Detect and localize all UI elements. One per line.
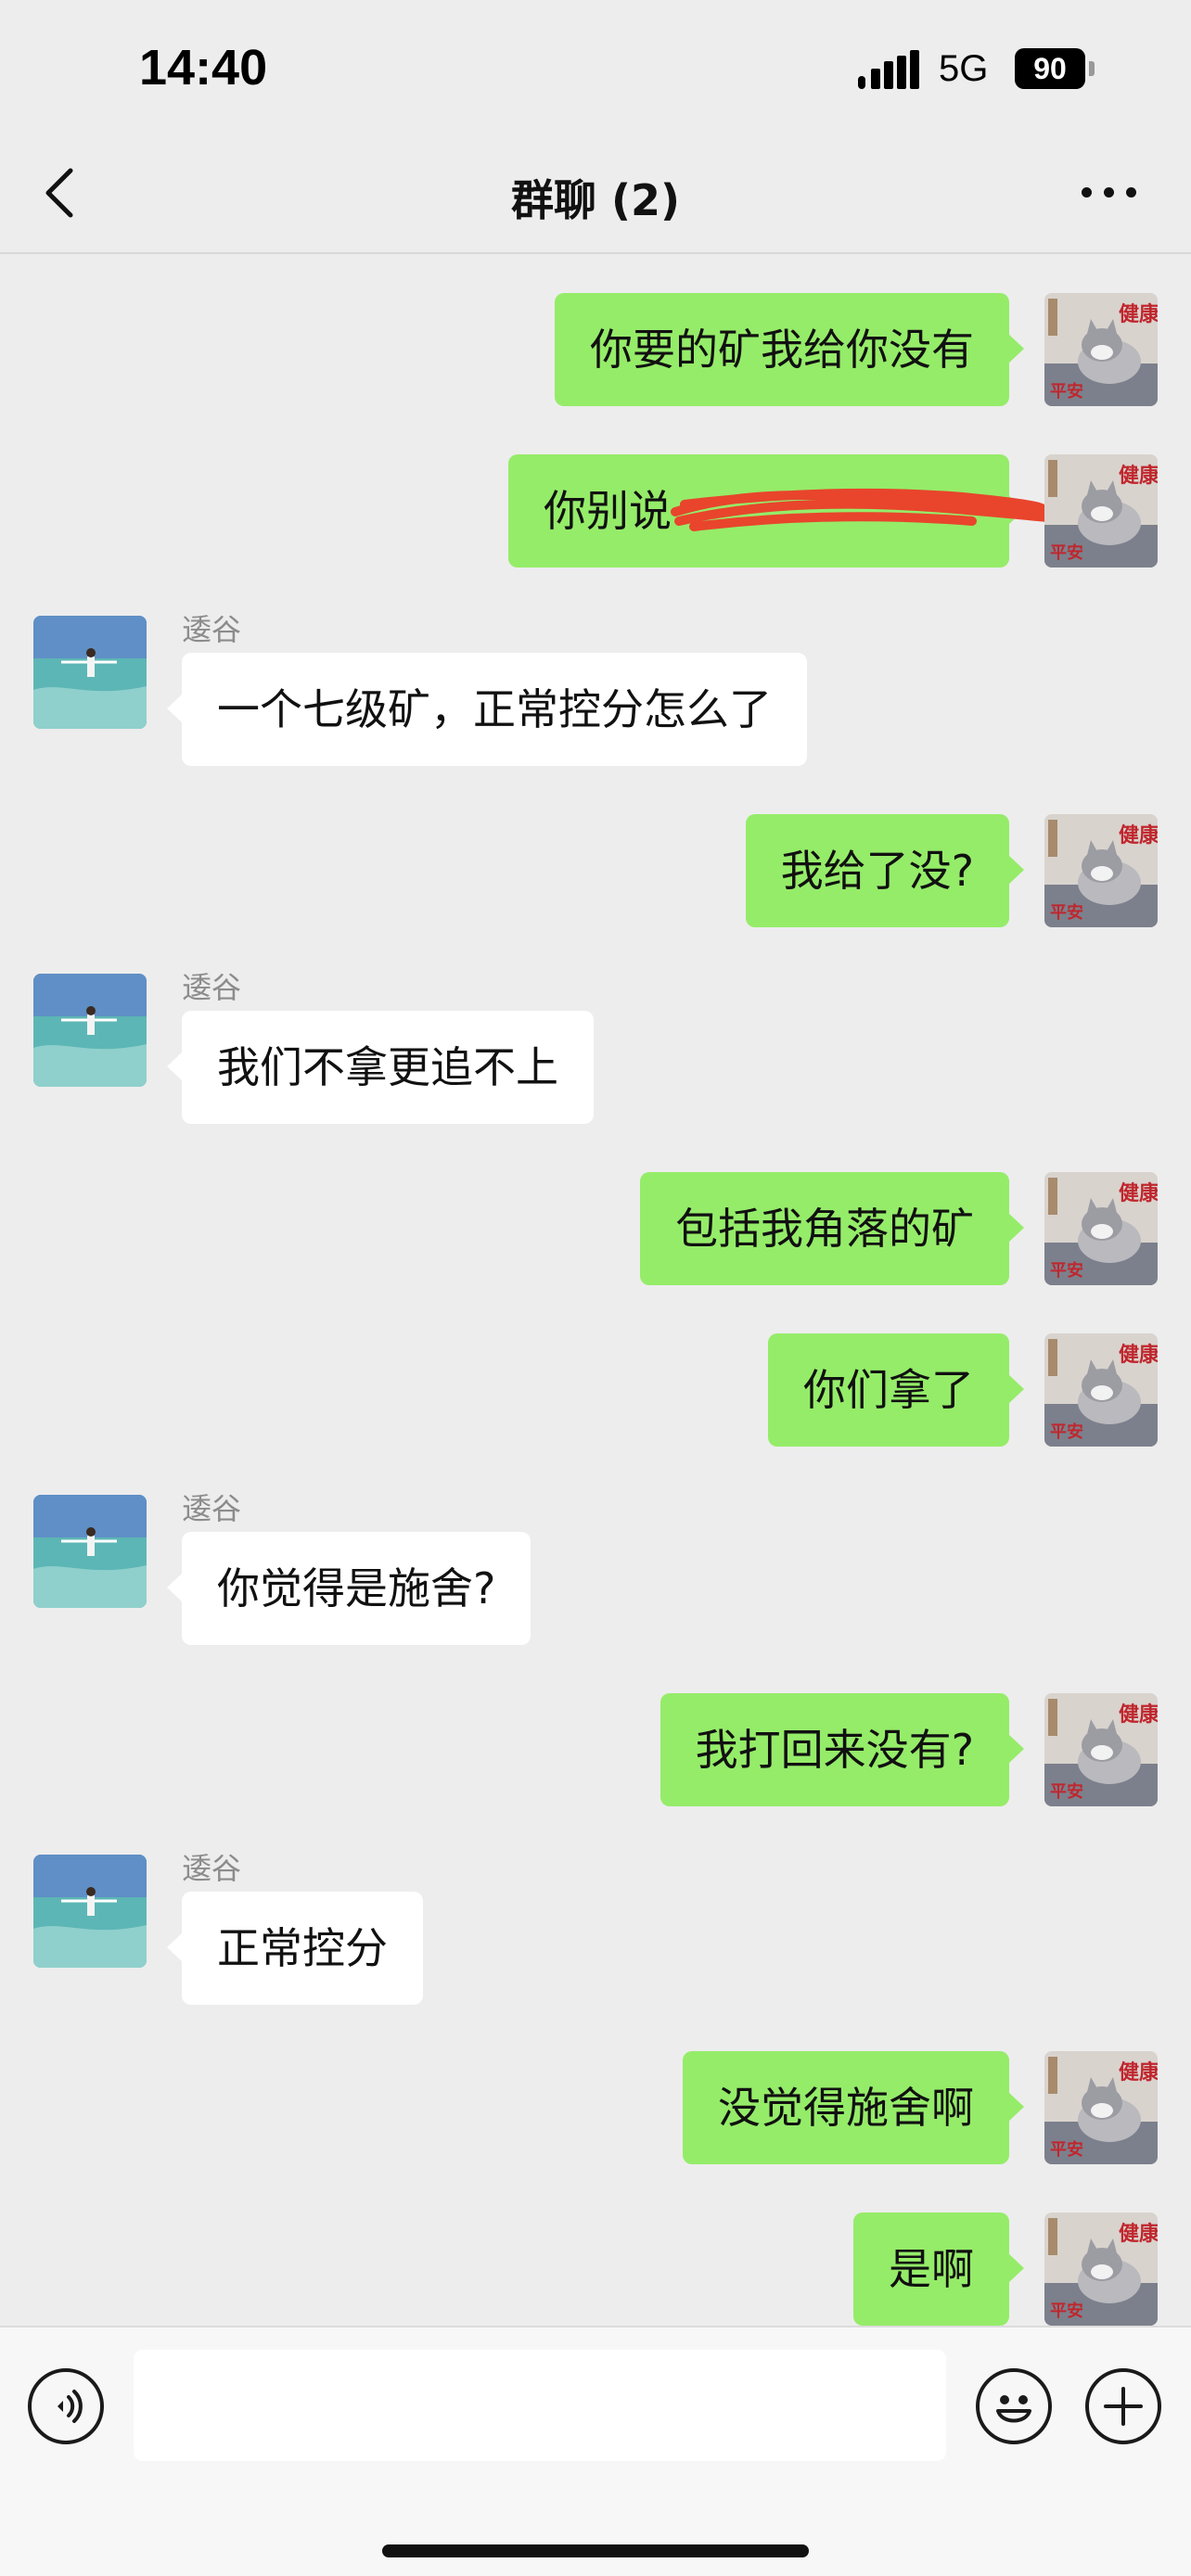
my-avatar[interactable]: 健康 平安 <box>1044 2051 1158 2164</box>
voice-button[interactable] <box>28 2368 104 2444</box>
cat-avatar-image: 健康 平安 <box>1044 814 1158 927</box>
svg-text:平安: 平安 <box>1050 2301 1083 2321</box>
beach-avatar-image <box>33 974 147 1087</box>
status-time: 14:40 <box>139 40 268 96</box>
redaction-scribble <box>671 488 1053 531</box>
message-bubble[interactable]: 是啊 <box>853 2213 1024 2326</box>
svg-text:健康: 健康 <box>1119 823 1158 848</box>
my-avatar[interactable]: 健康 平安 <box>1044 1693 1158 1806</box>
message-input-bar <box>0 2326 1191 2576</box>
cat-avatar-image: 健康 平安 <box>1044 1693 1158 1806</box>
more-button[interactable] <box>1082 184 1146 202</box>
cat-avatar-image: 健康 平安 <box>1044 454 1158 567</box>
emoji-button[interactable] <box>976 2368 1052 2444</box>
battery-cap <box>1089 61 1095 76</box>
cat-avatar-image: 健康 平安 <box>1044 1333 1158 1447</box>
svg-text:平安: 平安 <box>1050 2139 1083 2160</box>
my-avatar[interactable]: 健康 平安 <box>1044 1172 1158 1285</box>
my-avatar[interactable]: 健康 平安 <box>1044 293 1158 406</box>
svg-text:平安: 平安 <box>1050 1781 1083 1802</box>
battery-indicator: 90 <box>1015 48 1085 89</box>
svg-text:健康: 健康 <box>1119 1702 1158 1727</box>
my-avatar[interactable]: 健康 平安 <box>1044 454 1158 567</box>
chat-title: 群聊 (2) <box>510 175 681 225</box>
message-bubble[interactable]: 你们拿了 <box>768 1333 1024 1447</box>
message-bubble[interactable]: 一个七级矿，正常控分怎么了 <box>167 653 807 766</box>
contact-avatar[interactable] <box>33 616 147 729</box>
message-bubble[interactable]: 我给了没? <box>745 814 1025 927</box>
cat-avatar-image: 健康 平安 <box>1044 1172 1158 1285</box>
cat-avatar-image: 健康 平安 <box>1044 2213 1158 2326</box>
svg-text:健康: 健康 <box>1119 2222 1158 2246</box>
message-bubble[interactable]: 正常控分 <box>167 1892 423 2005</box>
message-bubble[interactable]: 你觉得是施舍? <box>166 1532 531 1645</box>
svg-text:平安: 平安 <box>1050 902 1083 923</box>
chat-header: 群聊 (2) <box>0 139 1191 254</box>
sender-name: 逶谷 <box>182 970 242 1005</box>
beach-avatar-image <box>33 1495 147 1608</box>
contact-avatar[interactable] <box>33 1855 147 1968</box>
sender-name: 逶谷 <box>182 1851 242 1886</box>
beach-avatar-image <box>33 616 147 729</box>
my-avatar[interactable]: 健康 平安 <box>1044 2213 1158 2326</box>
svg-text:平安: 平安 <box>1050 1260 1083 1281</box>
svg-text:平安: 平安 <box>1050 381 1083 402</box>
home-indicator[interactable] <box>382 2544 809 2557</box>
message-bubble[interactable]: 我们不拿更追不上 <box>167 1011 594 1124</box>
svg-text:健康: 健康 <box>1119 302 1158 326</box>
plus-button[interactable] <box>1085 2368 1161 2444</box>
message-bubble[interactable]: 没觉得施舍啊 <box>683 2051 1024 2164</box>
contact-avatar[interactable] <box>33 1495 147 1608</box>
message-bubble[interactable]: 包括我角落的矿 <box>640 1172 1024 1285</box>
status-bar: 14:40 5G 90 <box>0 0 1191 139</box>
svg-text:平安: 平安 <box>1050 542 1083 563</box>
contact-avatar[interactable] <box>33 974 147 1087</box>
plus-icon <box>1104 2387 1143 2426</box>
message-text: 你别说 <box>544 486 672 536</box>
emoji-icon <box>996 2395 1031 2423</box>
svg-text:健康: 健康 <box>1119 1343 1158 1367</box>
message-input[interactable] <box>134 2350 946 2461</box>
svg-text:健康: 健康 <box>1119 2060 1158 2085</box>
signal-strength-icon <box>858 50 919 89</box>
cat-avatar-image: 健康 平安 <box>1044 293 1158 406</box>
beach-avatar-image <box>33 1855 147 1968</box>
voice-icon <box>58 2390 83 2423</box>
my-avatar[interactable]: 健康 平安 <box>1044 1333 1158 1447</box>
cat-avatar-image: 健康 平安 <box>1044 2051 1158 2164</box>
message-bubble[interactable]: 你要的矿我给你没有 <box>555 293 1024 406</box>
sender-name: 逶谷 <box>182 612 242 647</box>
svg-text:平安: 平安 <box>1050 1422 1083 1442</box>
message-bubble[interactable]: 我打回来没有? <box>660 1693 1025 1806</box>
my-avatar[interactable]: 健康 平安 <box>1044 814 1158 927</box>
svg-text:健康: 健康 <box>1119 464 1158 488</box>
network-type: 5G <box>939 48 989 89</box>
sender-name: 逶谷 <box>182 1491 242 1526</box>
svg-text:健康: 健康 <box>1119 1181 1158 1205</box>
